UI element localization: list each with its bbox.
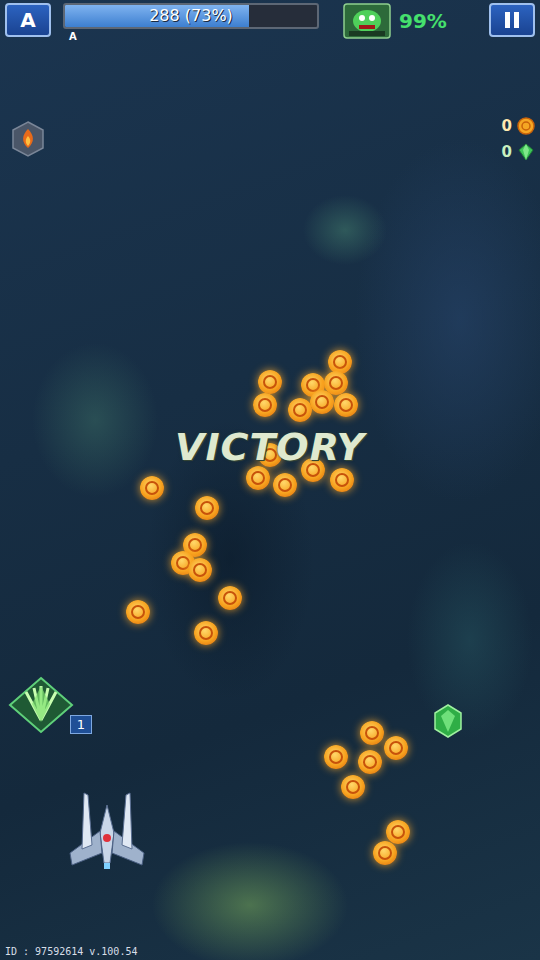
coin	[288, 398, 312, 422]
top-bar: A 288 (73%) A 99%	[0, 0, 540, 42]
coin-mark	[335, 473, 349, 487]
coin-mark	[391, 825, 405, 839]
coin-mark	[329, 376, 343, 390]
coin	[246, 466, 270, 490]
pause-button[interactable]	[489, 3, 535, 37]
health-block: 288 (73%) A	[63, 3, 319, 42]
coin	[330, 468, 354, 492]
coin	[195, 496, 219, 520]
coin-mark	[339, 398, 353, 412]
coin	[126, 600, 150, 624]
hud: A288 (73%)A99%001	[0, 0, 540, 960]
rank-label: A	[63, 31, 319, 42]
coin	[386, 820, 410, 844]
coin-mark	[263, 375, 277, 389]
fire-power-icon	[10, 120, 46, 158]
boss-reading: 99%	[399, 9, 447, 33]
skill-count: 1	[70, 715, 92, 734]
coin-mark	[333, 355, 347, 369]
boss-status: 99%	[343, 3, 447, 39]
coin-mark	[193, 563, 207, 577]
coin	[273, 473, 297, 497]
counter: 0	[502, 116, 536, 136]
coin	[328, 350, 352, 374]
coin	[384, 736, 408, 760]
pause-icon	[505, 12, 510, 28]
coin	[194, 621, 218, 645]
coin	[334, 393, 358, 417]
skill-button[interactable]: 1	[6, 674, 92, 736]
coin	[310, 390, 334, 414]
menu-button[interactable]: A	[5, 3, 51, 37]
coin-mark	[223, 591, 237, 605]
coin-mark	[378, 846, 392, 860]
counter: 0	[502, 142, 536, 162]
victory-banner: VICTORY	[0, 425, 540, 469]
coin-mark	[188, 538, 202, 552]
coin-mark	[315, 395, 329, 409]
coin-mark	[278, 478, 292, 492]
coin-icon	[516, 116, 536, 136]
boss-icon	[343, 3, 391, 39]
coin-mark	[363, 755, 377, 769]
coin	[253, 393, 277, 417]
skill-burst-icon	[6, 674, 76, 736]
coin	[373, 841, 397, 865]
coin-mark	[200, 501, 214, 515]
health-bar: 288 (73%)	[63, 3, 319, 29]
playfield	[0, 0, 540, 960]
player-ship-icon[interactable]	[62, 783, 152, 873]
health-reading: 288 (73%)	[65, 5, 317, 27]
counter-list: 00	[502, 116, 536, 162]
side-row: 00	[0, 116, 540, 162]
coin-mark	[131, 605, 145, 619]
coin-mark	[145, 481, 159, 495]
coin-mark	[329, 750, 343, 764]
coin	[258, 370, 282, 394]
coin	[140, 476, 164, 500]
pause-icon	[514, 12, 519, 28]
coin-mark	[199, 626, 213, 640]
coin	[358, 750, 382, 774]
coin	[188, 558, 212, 582]
coin-mark	[258, 398, 272, 412]
counter-value: 0	[502, 117, 512, 135]
coin-mark	[346, 780, 360, 794]
gem-icon	[516, 142, 536, 162]
skill-row: 1	[0, 674, 540, 736]
counter-value: 0	[502, 143, 512, 161]
gem-icon	[433, 704, 463, 738]
game-screen: VICTORYA288 (73%)A99%001ID : 97592614 v.…	[0, 0, 540, 960]
coin-mark	[293, 403, 307, 417]
coin-mark	[365, 726, 379, 740]
coin	[360, 721, 384, 745]
coin	[218, 586, 242, 610]
coin-mark	[251, 471, 265, 485]
coin	[324, 745, 348, 769]
build-id: ID : 97592614 v.100.54	[5, 946, 137, 957]
coin-mark	[389, 741, 403, 755]
coin	[341, 775, 365, 799]
